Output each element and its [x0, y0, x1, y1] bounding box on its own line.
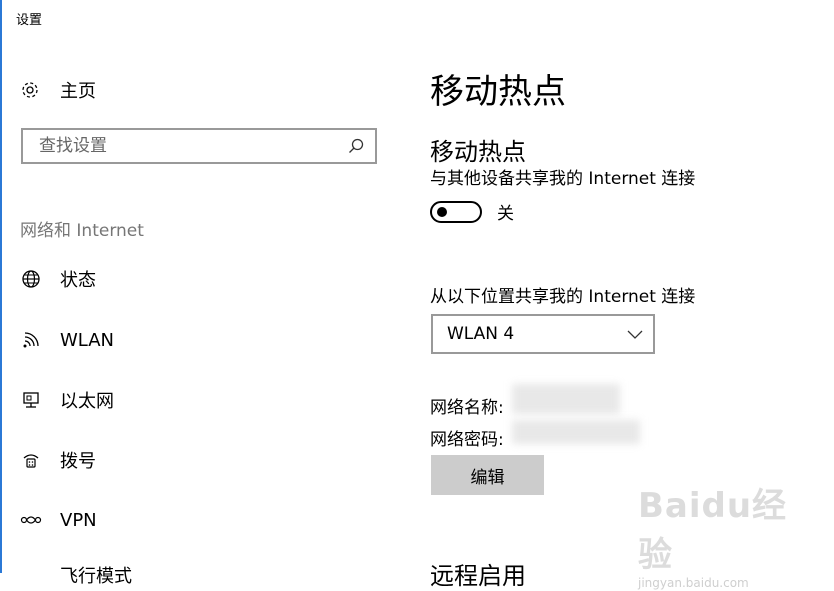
toggle-state-label: 关: [497, 204, 514, 224]
window-title: 设置: [16, 13, 43, 28]
sidebar-item-airplane[interactable]: 飞行模式: [20, 562, 132, 588]
vpn-icon: [20, 509, 42, 531]
sidebar-item-home[interactable]: 主页: [20, 76, 96, 104]
chevron-down-icon: [627, 325, 643, 344]
redacted-network-name: [512, 384, 620, 414]
sidebar-item-status[interactable]: 状态: [20, 264, 96, 294]
ethernet-icon: [20, 389, 42, 411]
share-from-dropdown[interactable]: WLAN 4: [431, 314, 655, 354]
sidebar-item-dialup[interactable]: 拨号: [20, 445, 96, 475]
network-name-label: 网络名称:: [430, 398, 504, 418]
sidebar-item-wlan[interactable]: WLAN: [20, 325, 114, 355]
wifi-icon: [20, 329, 42, 351]
page-title: 移动热点: [430, 72, 566, 112]
dropdown-value: WLAN 4: [447, 324, 515, 344]
sidebar-item-label: 飞行模式: [60, 566, 132, 587]
sidebar-item-label: VPN: [60, 509, 97, 531]
remote-enable-heading: 远程启用: [430, 562, 526, 590]
sidebar-item-label: 主页: [60, 81, 96, 102]
share-from-label: 从以下位置共享我的 Internet 连接: [430, 287, 696, 307]
section-heading: 网络和 Internet: [20, 221, 144, 241]
section-title: 移动热点: [430, 138, 526, 166]
sidebar-item-label: WLAN: [60, 329, 115, 351]
hotspot-description: 与其他设备共享我的 Internet 连接: [430, 169, 696, 189]
sidebar-item-vpn[interactable]: VPN: [20, 505, 97, 535]
sidebar-item-label: 以太网: [60, 391, 114, 412]
gear-icon: [20, 80, 40, 100]
sidebar-item-ethernet[interactable]: 以太网: [20, 385, 114, 415]
search-field[interactable]: [21, 128, 377, 164]
hotspot-toggle[interactable]: [430, 200, 482, 223]
watermark-url: jingyan.baidu.com: [638, 576, 749, 590]
sidebar-item-label: 状态: [60, 270, 96, 291]
redacted-network-password: [512, 420, 640, 444]
globe-icon: [20, 268, 42, 290]
edit-button[interactable]: 编辑: [431, 455, 544, 495]
window-edge: [0, 0, 2, 573]
hotspot-toggle-row: 关: [430, 199, 514, 224]
watermark-logo: Baidu经验: [638, 486, 788, 575]
sidebar-item-label: 拨号: [60, 451, 96, 472]
dialup-icon: [20, 449, 42, 471]
network-password-label: 网络密码:: [430, 430, 504, 450]
baidu-watermark: Baidu经验 jingyan.baidu.com: [638, 478, 788, 590]
toggle-knob: [437, 206, 447, 217]
search-icon[interactable]: [347, 137, 365, 155]
search-input[interactable]: [37, 135, 347, 157]
